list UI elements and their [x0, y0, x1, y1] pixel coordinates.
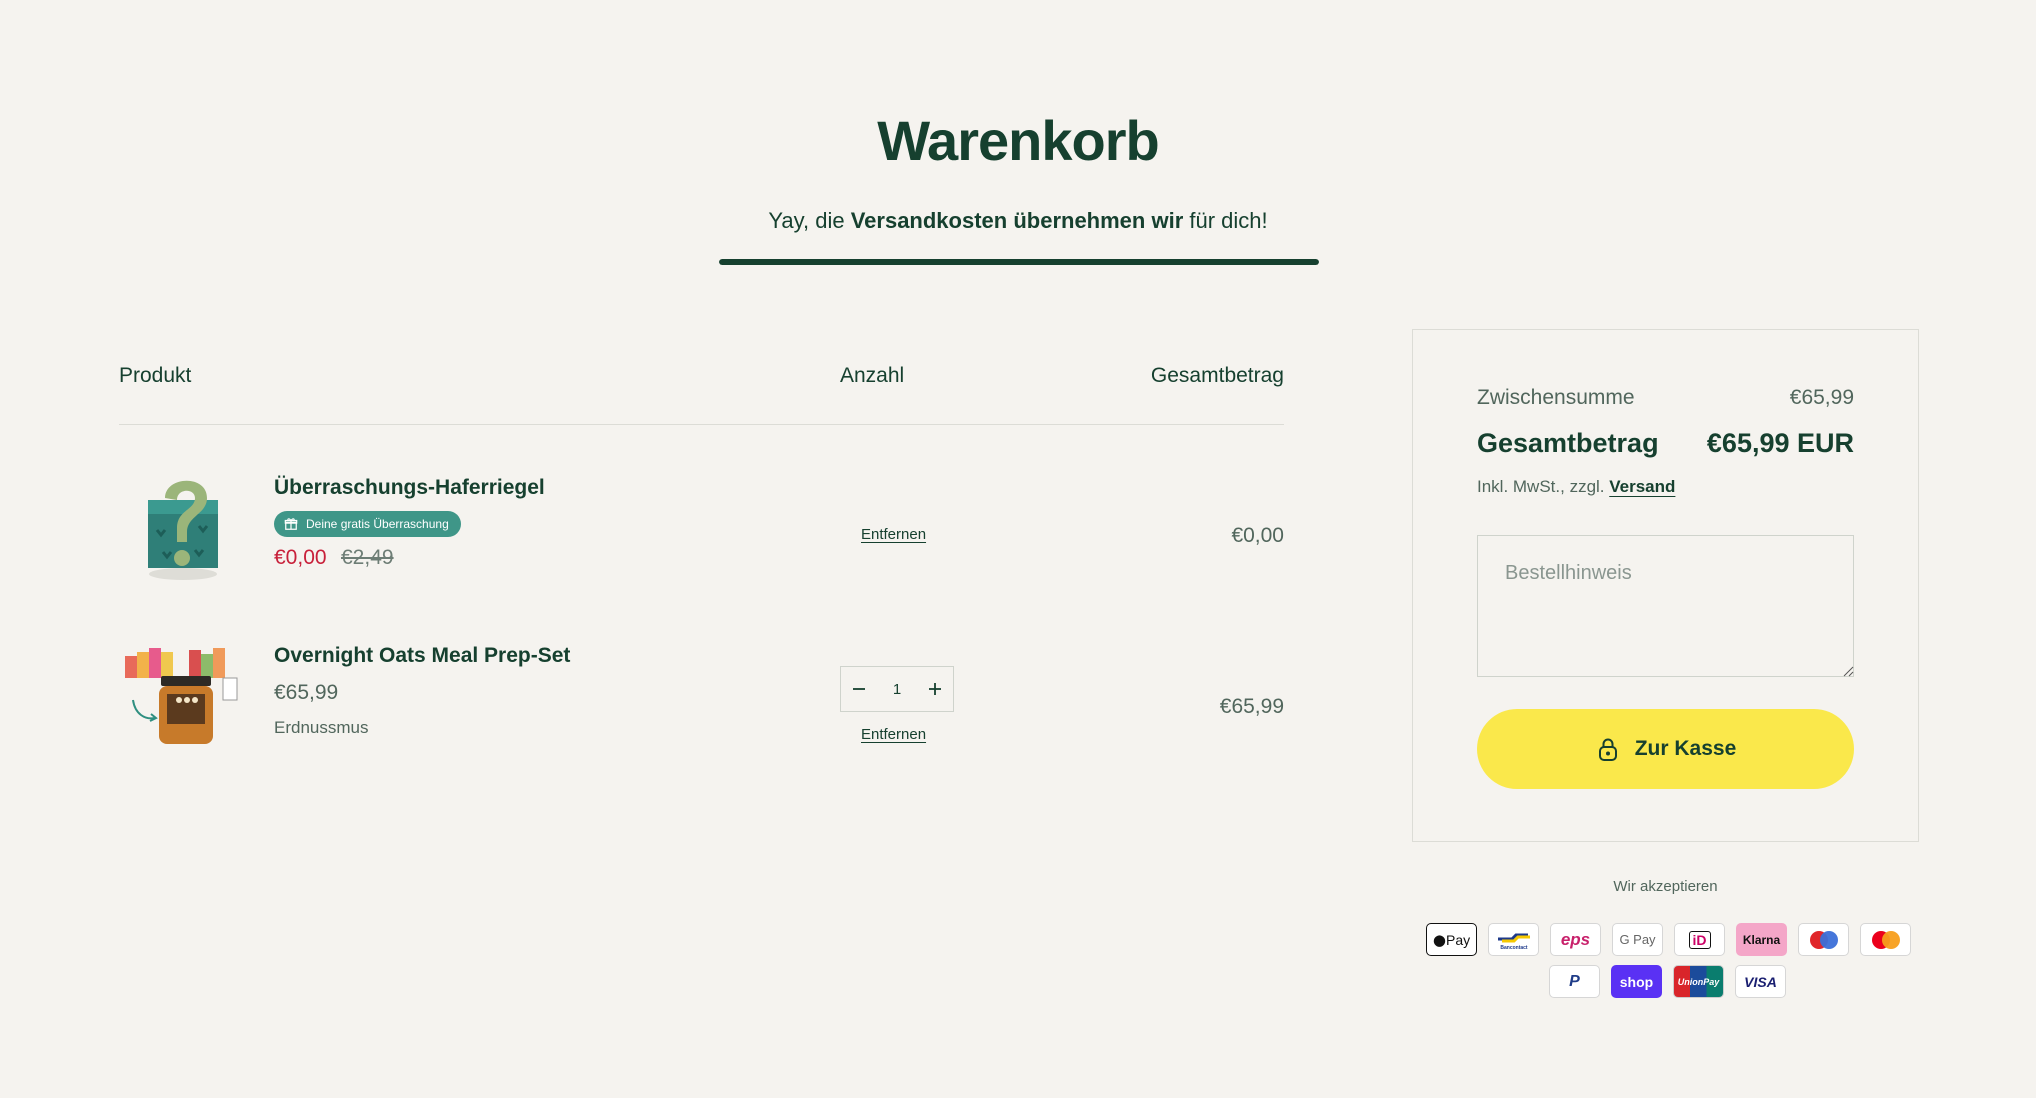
lock-icon	[1598, 738, 1617, 761]
subtotal-row: Zwischensumme €65,99	[1477, 386, 1854, 410]
paypal-icon: P	[1549, 965, 1600, 998]
payment-icons-row: P shop UnionPay VISA	[1549, 965, 1786, 998]
total-row: Gesamtbetrag €65,99 EUR	[1477, 428, 1854, 459]
product-name[interactable]: Überraschungs-Haferriegel	[274, 476, 545, 500]
gift-icon	[284, 518, 298, 530]
remove-item-button[interactable]: Entfernen	[861, 526, 926, 543]
product-image-surprise-bar[interactable]	[119, 470, 247, 590]
decrease-quantity-button[interactable]	[841, 667, 877, 711]
subtotal-label: Zwischensumme	[1477, 386, 1635, 409]
total-label: Gesamtbetrag	[1477, 428, 1659, 458]
cart-page: Warenkorb Yay, die Versandkosten überneh…	[0, 0, 2036, 1098]
payment-icons-row: ● Pay Bancontact eps G Pay iD Klarna	[1426, 923, 1911, 956]
maestro-icon	[1798, 923, 1849, 956]
page-title: Warenkorb	[877, 109, 1159, 172]
unionpay-icon: UnionPay	[1673, 965, 1724, 998]
quantity-input[interactable]: 1	[877, 681, 917, 698]
column-header-product: Produkt	[119, 364, 192, 387]
product-variant: Erdnussmus	[274, 718, 369, 737]
product-name[interactable]: Overnight Oats Meal Prep-Set	[274, 644, 570, 668]
eps-icon: eps	[1550, 923, 1601, 956]
quantity-stepper: 1	[840, 666, 954, 712]
tax-note: Inkl. MwSt., zzgl. Versand	[1477, 477, 1676, 496]
google-pay-icon: G Pay	[1612, 923, 1663, 956]
total-value: €65,99 EUR	[1706, 428, 1854, 458]
product-price: €65,99	[274, 681, 339, 704]
klarna-icon: Klarna	[1736, 923, 1787, 956]
free-shipping-progress-bar	[719, 259, 1319, 265]
shop-pay-icon: shop	[1611, 965, 1662, 998]
visa-icon: VISA	[1735, 965, 1786, 998]
apple-pay-icon: ● Pay	[1426, 923, 1477, 956]
svg-text:Bancontact: Bancontact	[1500, 945, 1528, 951]
payment-methods-label: Wir akzeptieren	[1613, 878, 1718, 895]
mastercard-icon	[1860, 923, 1911, 956]
header-divider	[119, 424, 1284, 425]
subtotal-value: €65,99	[1789, 386, 1854, 409]
line-total: €0,00	[1231, 524, 1284, 547]
order-summary: Zwischensumme €65,99 Gesamtbetrag €65,99…	[1412, 329, 1919, 842]
bancontact-icon: Bancontact	[1488, 923, 1539, 956]
free-shipping-message: Yay, die Versandkosten übernehmen wir fü…	[768, 208, 1268, 233]
resize-handle-icon[interactable]	[1842, 665, 1854, 677]
remove-item-button[interactable]: Entfernen	[861, 726, 926, 743]
increase-quantity-button[interactable]	[917, 667, 953, 711]
free-gift-badge: Deine gratis Überraschung	[274, 511, 461, 537]
column-header-quantity: Anzahl	[840, 364, 905, 387]
ideal-icon: iD	[1674, 923, 1725, 956]
checkout-button[interactable]: Zur Kasse	[1477, 709, 1854, 789]
column-header-total: Gesamtbetrag	[1150, 364, 1284, 387]
cart-item: Überraschungs-Haferriegel Deine gratis Ü…	[119, 462, 1284, 598]
sale-price: €0,00	[274, 546, 327, 569]
line-total: €65,99	[1219, 695, 1284, 718]
minus-icon	[853, 688, 865, 690]
order-note-field[interactable]	[1477, 535, 1854, 677]
free-shipping-progress-fill	[719, 259, 1319, 265]
compare-at-price: €2,49	[341, 546, 394, 569]
shipping-link[interactable]: Versand	[1609, 477, 1675, 496]
cart-item: Overnight Oats Meal Prep-Set €65,99 Erdn…	[119, 636, 1284, 756]
plus-icon	[929, 683, 941, 695]
product-image-meal-prep-set[interactable]	[119, 642, 247, 762]
